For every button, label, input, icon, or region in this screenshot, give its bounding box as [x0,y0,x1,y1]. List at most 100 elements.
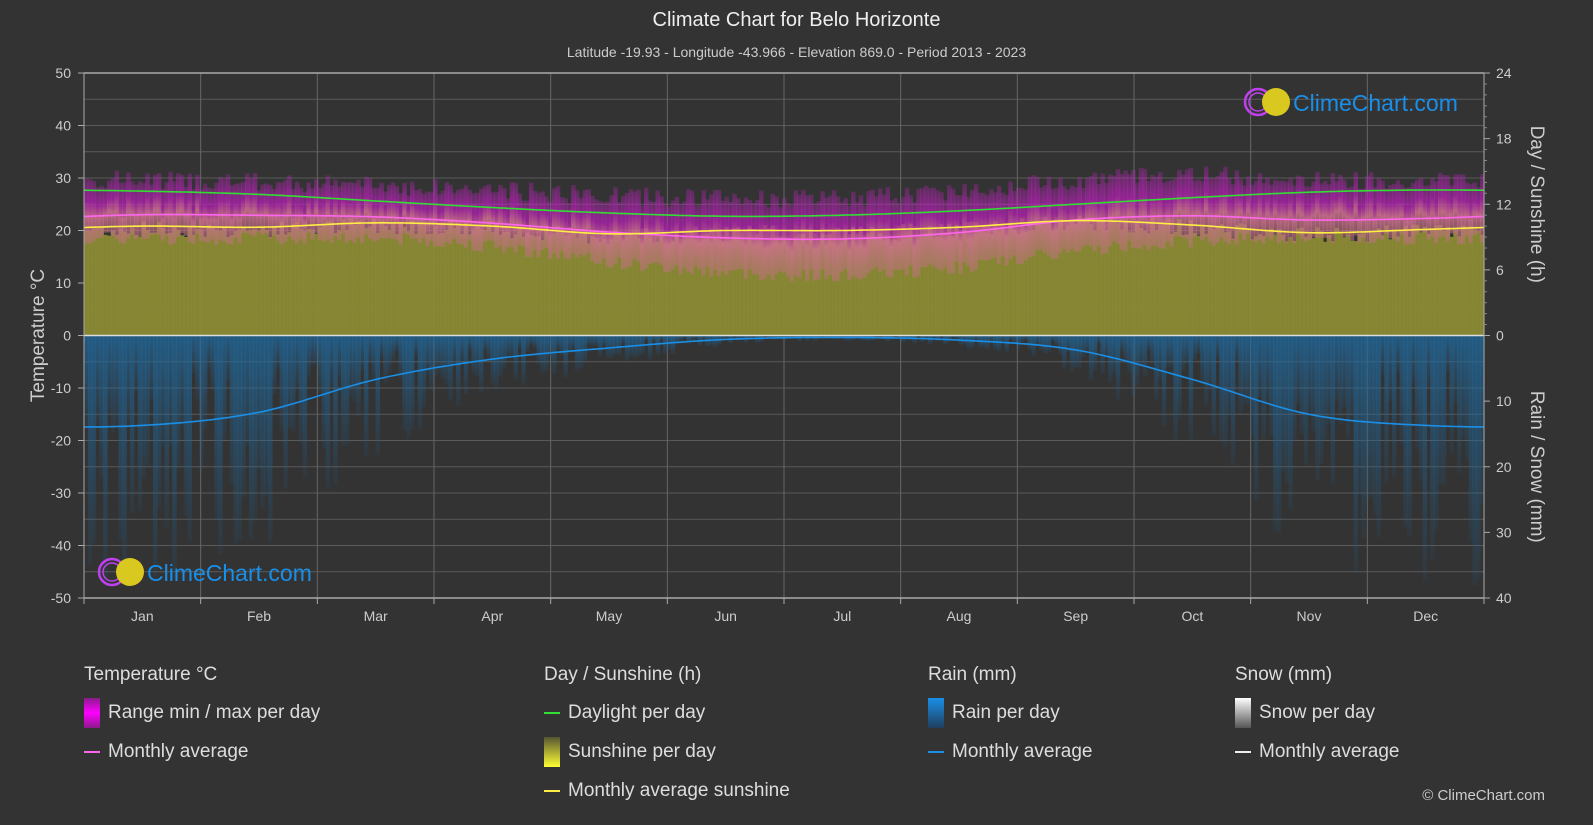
temp-range-bar [248,178,254,235]
temp-range-bar [716,189,722,277]
temp-range-bar [536,192,542,258]
temp-range-bar [394,185,400,240]
temp-range-bar [981,192,986,261]
rain-bar [1250,335,1255,438]
sunshine-bar [1303,236,1309,336]
sunshine-bar [1250,239,1255,336]
temp-range-bar [574,190,580,258]
temp-range-bar [931,187,937,267]
temp-range-bar [724,196,729,276]
temp-range-bar [632,191,637,260]
rain-bar [1246,335,1251,406]
temp-range-bar [1238,179,1243,234]
rain-bar [1134,335,1140,387]
right-tick-label-rain: 10 [1496,393,1512,409]
sunshine-bar [1445,227,1451,336]
sunshine-bar [1253,236,1259,336]
left-tick-label: 10 [55,275,71,291]
rain-bar [256,335,262,469]
sunshine-bar [1376,228,1382,336]
rain-bar [1388,335,1393,402]
temp-range-bar [793,190,799,276]
rain-bar [191,335,196,375]
sunshine-bar [1453,228,1458,336]
legend-title: Rain (mm) [928,664,1017,685]
right-tick-label-rain: 20 [1496,459,1512,475]
x-tick-label: Oct [1181,608,1203,624]
rain-bar [647,335,653,360]
rain-bar [1303,335,1309,465]
temp-range-bar [1058,177,1063,254]
temp-range-bar [1046,176,1052,256]
temp-range-bar [1142,168,1148,246]
temp-range-bar [1365,175,1370,244]
sunshine-bar [202,236,208,336]
temp-range-bar [759,190,764,281]
temp-range-bar [559,197,565,252]
sunshine-bar [153,232,158,336]
sunshine-bar [337,230,342,336]
sunshine-bar [95,227,100,336]
temp-range-bar [114,170,120,240]
sunshine-bar [149,232,154,336]
sunshine-bar [218,230,223,336]
temp-range-bar [1414,179,1420,235]
temp-range-bar [1246,176,1251,235]
temp-range-bar [1169,180,1174,247]
temp-range-bar [1234,170,1240,245]
temp-range-bar [1372,187,1378,244]
rain-bar [1204,335,1209,407]
sunshine-bar [1242,224,1247,336]
temp-range-bar [1100,173,1105,255]
rain-bar [655,335,660,356]
temp-range-bar [149,184,154,236]
rain-bar [1391,335,1397,478]
sunshine-bar [1476,230,1481,336]
temp-range-bar [900,196,906,270]
rain-bar [1407,335,1412,538]
temp-range-bar [87,179,93,244]
temp-range-bar [774,196,779,275]
temp-range-bar [283,179,288,242]
rain-bar [1188,335,1194,440]
temp-range-bar [816,201,822,280]
temp-range-bar [1031,175,1036,256]
temp-range-bar [1108,174,1113,247]
left-axis-title: Temperature °C [28,269,49,402]
temp-range-bar [256,189,262,233]
temp-range-bar [187,173,192,242]
rain-bar [1131,335,1136,397]
temp-range-bar [317,187,323,240]
rain-bar [187,335,192,543]
legend-item-temp-range: Range min / max per day [84,698,320,728]
rain-bar [383,335,388,384]
sunshine-bar [195,228,200,336]
sunshine-bar [532,236,538,336]
temp-range-bar [302,191,308,244]
sunshine-bar [1192,233,1197,336]
rain-bar [1238,335,1243,414]
temp-range-bar [571,184,576,254]
rain-bar [84,335,89,426]
rain-bar [1453,335,1458,405]
sunshine-bar [1418,232,1424,336]
copyright: © ClimeChart.com [1422,787,1545,804]
temp-range-bar [854,202,860,279]
temp-range-bar [644,187,649,270]
temp-range-bar [732,193,737,271]
temp-range-bar [329,185,334,244]
temp-range-bar [720,200,726,272]
sunshine-bar [421,224,426,336]
rain-bar [248,335,254,539]
rain-bar [1085,335,1090,352]
temp-range-bar [482,186,488,243]
sunshine-bar [1204,233,1209,336]
temp-range-bar [1111,175,1117,242]
x-tick-label: Nov [1297,608,1322,624]
sunshine-swatch [544,737,560,767]
rain-bar [1445,335,1451,373]
rain-bar [1019,335,1025,342]
sunshine-bar [130,227,135,336]
rain-bar [179,335,185,426]
rain-bar [364,335,369,457]
